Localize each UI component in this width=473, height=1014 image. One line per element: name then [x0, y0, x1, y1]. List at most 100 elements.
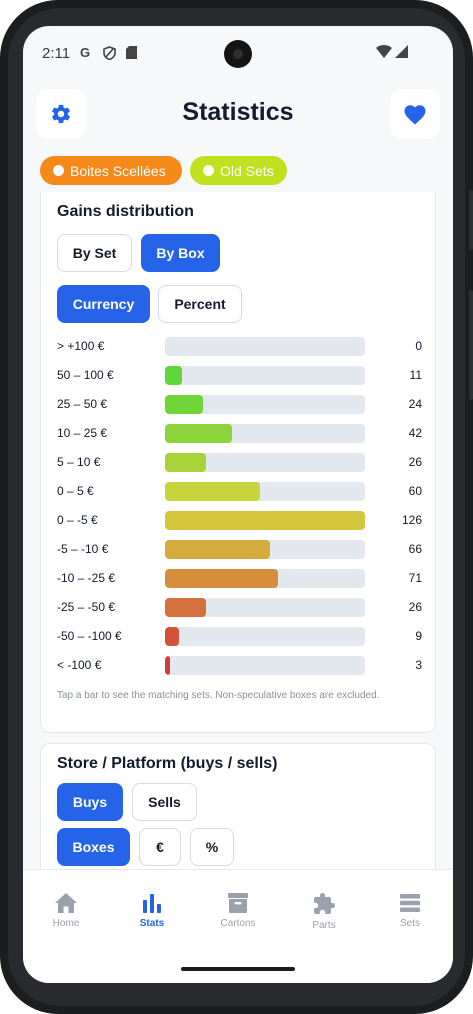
puzzle-icon — [314, 893, 335, 914]
store-platform-title: Store / Platform (buys / sells) — [57, 755, 278, 772]
gains-row[interactable]: -50 – -100 € 9 — [41, 627, 437, 646]
nav-cartons[interactable]: Cartons — [195, 892, 281, 929]
buys-toggle[interactable]: Buys — [57, 783, 123, 821]
home-indicator[interactable] — [181, 967, 295, 971]
shield-icon — [103, 46, 116, 60]
gains-distribution-card: Gains distribution By Set By Box Currenc… — [40, 192, 436, 733]
cell-signal-icon — [395, 45, 408, 58]
volume-button — [469, 290, 473, 400]
gains-row-count: 26 — [408, 600, 422, 614]
gains-row-label: -50 – -100 € — [57, 629, 122, 643]
gains-row[interactable]: < -100 € 3 — [41, 656, 437, 675]
gains-row-count: 24 — [408, 397, 422, 411]
nav-home[interactable]: Home — [23, 892, 109, 929]
chip-boites-scellees[interactable]: Boites Scellées — [40, 156, 182, 185]
euro-toggle[interactable]: € — [139, 828, 181, 866]
gains-row-label: 0 – 5 € — [57, 484, 94, 498]
gains-row-label: 25 – 50 € — [57, 397, 108, 411]
gains-bar[interactable] — [165, 366, 182, 385]
chip-label: Old Sets — [220, 162, 274, 179]
by-box-toggle[interactable]: By Box — [141, 234, 220, 272]
gains-row-count: 26 — [408, 455, 422, 469]
status-time: 2:11 — [42, 45, 71, 62]
nav-stats[interactable]: Stats — [109, 892, 195, 929]
gains-row[interactable]: -25 – -50 € 26 — [41, 598, 437, 617]
nav-stats-label: Stats — [139, 918, 165, 929]
gains-row-count: 3 — [415, 658, 422, 672]
gains-row[interactable]: -5 – -10 € 66 — [41, 540, 437, 559]
gains-row-count: 9 — [415, 629, 422, 643]
gains-row[interactable]: 25 – 50 € 24 — [41, 395, 437, 414]
gains-bar-track[interactable] — [165, 366, 365, 385]
gains-bar-track[interactable] — [165, 453, 365, 472]
bottom-nav: Home Stats Cartons Parts Sets — [23, 869, 453, 983]
gains-bar[interactable] — [165, 598, 206, 617]
gains-bar[interactable] — [165, 511, 365, 530]
bar-chart-icon — [143, 894, 161, 913]
by-set-toggle[interactable]: By Set — [57, 234, 132, 272]
gains-bar[interactable] — [165, 627, 179, 646]
gains-row-label: -10 – -25 € — [57, 571, 116, 585]
gains-row-count: 126 — [401, 513, 422, 527]
gains-row-count: 66 — [408, 542, 422, 556]
gains-bar-track[interactable] — [165, 337, 365, 356]
gains-row[interactable]: -10 – -25 € 71 — [41, 569, 437, 588]
gains-row[interactable]: 5 – 10 € 26 — [41, 453, 437, 472]
heart-icon — [404, 105, 426, 125]
gains-bar-track[interactable] — [165, 598, 365, 617]
power-button — [469, 190, 473, 250]
gains-bar[interactable] — [165, 453, 206, 472]
home-icon — [55, 893, 77, 913]
boxes-toggle[interactable]: Boxes — [57, 828, 130, 866]
gains-bar[interactable] — [165, 540, 270, 559]
gains-bar-track[interactable] — [165, 511, 365, 530]
gains-row-label: 50 – 100 € — [57, 368, 114, 382]
page-title: Statistics — [182, 98, 294, 126]
gains-row-label: 0 – -5 € — [57, 513, 98, 527]
gains-row-label: > +100 € — [57, 339, 105, 353]
nav-parts[interactable]: Parts — [281, 892, 367, 931]
sells-toggle[interactable]: Sells — [132, 783, 197, 821]
gains-bar[interactable] — [165, 482, 260, 501]
gains-bar[interactable] — [165, 569, 278, 588]
gains-bar[interactable] — [165, 656, 170, 675]
sim-card-icon — [126, 46, 137, 59]
gains-bar-track[interactable] — [165, 569, 365, 588]
gains-row-count: 0 — [415, 339, 422, 353]
chip-dot — [53, 165, 64, 176]
gains-bar-track[interactable] — [165, 627, 365, 646]
gains-row[interactable]: 0 – 5 € 60 — [41, 482, 437, 501]
gains-row-label: 10 – 25 € — [57, 426, 108, 440]
gains-row[interactable]: 10 – 25 € 42 — [41, 424, 437, 443]
gains-row-count: 11 — [409, 368, 422, 382]
gains-bar-track[interactable] — [165, 424, 365, 443]
gains-row-count: 60 — [408, 484, 422, 498]
gains-bar-track[interactable] — [165, 656, 365, 675]
nav-sets[interactable]: Sets — [367, 892, 453, 929]
percent-metric-toggle[interactable]: % — [190, 828, 234, 866]
gains-bar-track[interactable] — [165, 540, 365, 559]
gains-row[interactable]: > +100 € 0 — [41, 337, 437, 356]
front-camera — [224, 40, 252, 68]
gains-row[interactable]: 50 – 100 € 11 — [41, 366, 437, 385]
gains-bar[interactable] — [165, 395, 203, 414]
percent-toggle[interactable]: Percent — [158, 285, 242, 323]
chip-label: Boites Scellées — [70, 162, 166, 179]
gains-row-count: 42 — [408, 426, 422, 440]
status-bar: 2:11 G — [23, 26, 453, 82]
chip-old-sets[interactable]: Old Sets — [190, 156, 287, 185]
nav-cartons-label: Cartons — [220, 918, 256, 929]
nav-parts-label: Parts — [312, 920, 336, 931]
google-icon: G — [80, 45, 91, 60]
gains-bar[interactable] — [165, 424, 232, 443]
gains-bar-track[interactable] — [165, 482, 365, 501]
favorites-button[interactable] — [390, 89, 440, 139]
gains-row[interactable]: 0 – -5 € 126 — [41, 511, 437, 530]
phone-frame: 2:11 G Statistics Boites Scellées Old Se… — [0, 0, 473, 1014]
app-screen: 2:11 G Statistics Boites Scellées Old Se… — [23, 26, 453, 983]
gains-bar-track[interactable] — [165, 395, 365, 414]
currency-toggle[interactable]: Currency — [57, 285, 150, 323]
store-platform-card: Store / Platform (buys / sells) Buys Sel… — [40, 743, 436, 883]
list-icon — [400, 894, 420, 912]
gains-distribution-title: Gains distribution — [57, 203, 194, 220]
